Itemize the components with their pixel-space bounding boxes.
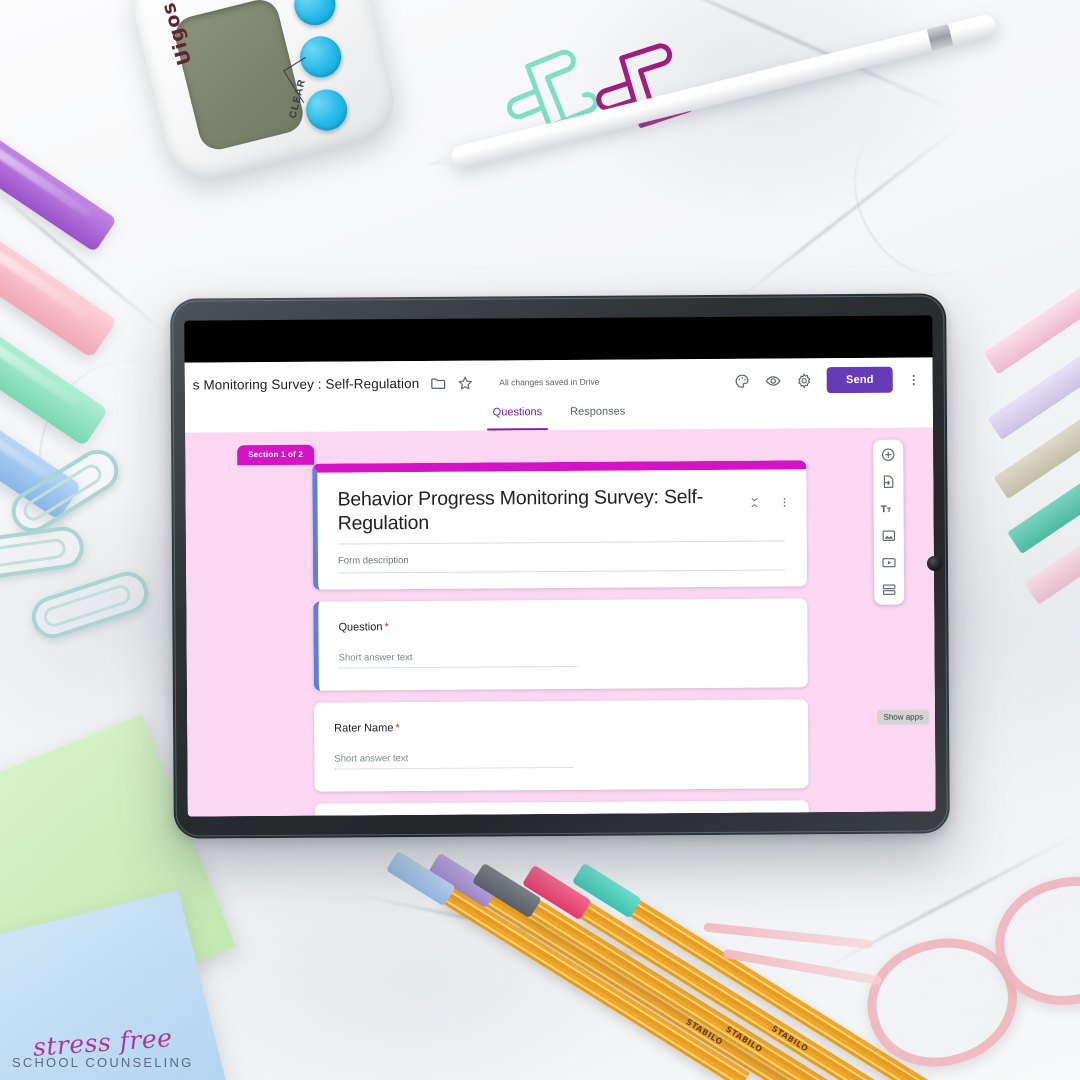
send-button[interactable]: Send	[826, 366, 893, 394]
required-asterisk: *	[395, 722, 400, 735]
folder-icon[interactable]	[429, 374, 446, 391]
paper-clip	[0, 523, 87, 583]
short-answer-placeholder: Short answer text	[334, 751, 573, 770]
title-card-actions	[749, 495, 791, 509]
desk-scene: Uigos CLEAR STABILO STABILO STABILO s Mo…	[0, 0, 1080, 1080]
question-label-row: Rater Name *	[334, 715, 788, 736]
tab-responses[interactable]: Responses	[560, 403, 635, 430]
add-title-icon: T T	[881, 505, 892, 515]
palette-icon[interactable]	[734, 372, 751, 389]
add-video-icon[interactable]	[881, 555, 897, 571]
required-asterisk: *	[384, 621, 389, 634]
pencil-body	[983, 252, 1080, 375]
form-canvas: Section 1 of 2 Behavior Progress Monitor…	[185, 427, 936, 817]
tablet-screen: s Monitoring Survey : Self-Regulation Al…	[184, 315, 936, 817]
pencil-pink	[983, 252, 1080, 375]
google-forms-app: s Monitoring Survey : Self-Regulation Al…	[184, 357, 936, 817]
form-title[interactable]: Behavior Progress Monitoring Survey: Sel…	[337, 485, 785, 545]
import-questions-icon[interactable]	[880, 474, 896, 490]
question-card[interactable]: Rater Name * Short answer text	[313, 699, 809, 792]
star-icon[interactable]	[456, 374, 473, 391]
add-section-icon[interactable]	[881, 582, 897, 598]
form-title-card[interactable]: Behavior Progress Monitoring Survey: Sel…	[312, 460, 808, 590]
paper-clip	[26, 566, 154, 644]
question-card-partial[interactable]	[314, 800, 809, 817]
document-title[interactable]: s Monitoring Survey : Self-Regulation	[193, 375, 420, 392]
form-description[interactable]: Form description	[337, 552, 786, 574]
header-actions: Send	[734, 366, 921, 394]
question-card[interactable]: Question * Short answer text	[313, 598, 808, 691]
question-label[interactable]: Rater Name	[334, 722, 393, 734]
pastel-pen-purple	[0, 107, 117, 253]
question-label[interactable]: Question	[338, 621, 382, 633]
tablet-camera	[926, 555, 943, 571]
gear-icon[interactable]	[796, 372, 813, 389]
glasses-temple-arm	[703, 922, 874, 950]
svg-text:T: T	[887, 507, 892, 514]
save-status-text: All changes saved in Drive	[499, 376, 600, 388]
marble-vein	[730, 117, 970, 306]
collapse-chevrons-icon[interactable]	[749, 496, 761, 510]
brand-watermark: stress free SCHOOL COUNSELING	[12, 1023, 193, 1070]
show-apps-tooltip: Show apps	[877, 709, 930, 725]
kebab-more-icon[interactable]	[907, 371, 921, 388]
section-indicator-tab: Section 1 of 2	[237, 444, 315, 466]
marble-vein	[828, 100, 1012, 300]
add-question-icon[interactable]	[880, 447, 896, 463]
app-header: s Monitoring Survey : Self-Regulation Al…	[184, 357, 933, 407]
kitchen-timer: Uigos CLEAR	[125, 0, 403, 187]
question-label-row: Question *	[338, 614, 787, 635]
form-side-toolbar: T T	[873, 439, 905, 605]
short-answer-placeholder: Short answer text	[338, 650, 577, 669]
timer-button-top	[289, 0, 340, 30]
kebab-more-icon[interactable]	[779, 495, 791, 509]
tablet-device: s Monitoring Survey : Self-Regulation Al…	[170, 293, 950, 839]
tab-questions[interactable]: Questions	[483, 404, 553, 430]
eye-preview-icon[interactable]	[765, 372, 782, 389]
add-image-icon[interactable]	[881, 528, 897, 544]
